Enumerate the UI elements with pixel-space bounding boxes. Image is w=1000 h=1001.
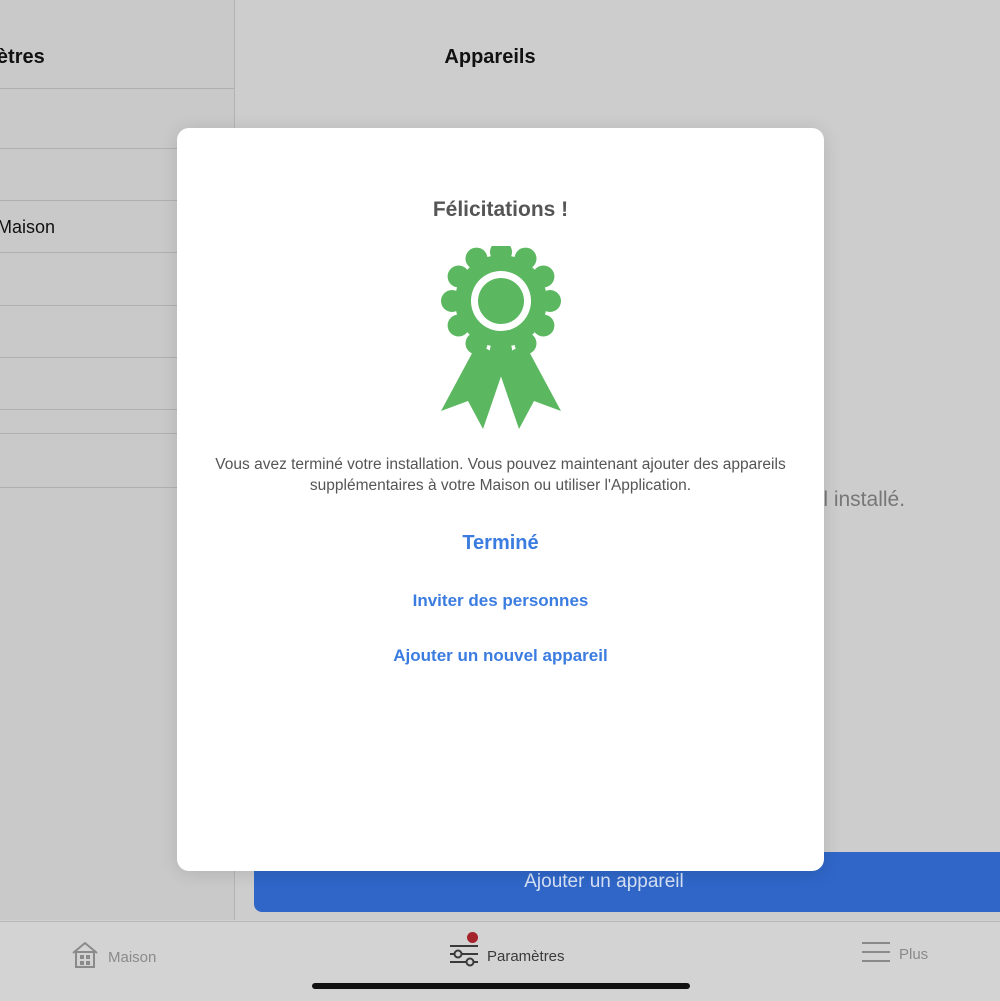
tab-label: Paramètres bbox=[487, 947, 565, 965]
tab-parametres[interactable]: Paramètres bbox=[449, 932, 565, 972]
dialog-message: Vous avez terminé votre installation. Vo… bbox=[215, 456, 786, 494]
add-device-button-label: Ajouter un appareil bbox=[524, 871, 684, 892]
home-icon bbox=[70, 940, 100, 974]
sliders-icon bbox=[449, 932, 479, 972]
home-indicator bbox=[312, 983, 690, 989]
award-ribbon-icon bbox=[441, 246, 561, 429]
tab-label: Maison bbox=[108, 948, 157, 966]
devices-title: Appareils bbox=[444, 46, 536, 68]
notification-badge bbox=[467, 932, 478, 943]
congratulations-dialog: Félicitations ! Vous avez terminé votre … bbox=[177, 128, 824, 871]
invite-people-button[interactable]: Inviter des personnes bbox=[177, 591, 824, 611]
add-new-device-button[interactable]: Ajouter un nouvel appareil bbox=[177, 646, 824, 666]
menu-icon bbox=[861, 940, 891, 968]
settings-row-label: Maison bbox=[0, 217, 56, 237]
dialog-title: Félicitations ! bbox=[432, 198, 569, 221]
done-button[interactable]: Terminé bbox=[177, 532, 824, 555]
tab-maison[interactable]: Maison bbox=[70, 940, 156, 974]
tab-label: Plus bbox=[899, 945, 929, 963]
tab-plus[interactable]: Plus bbox=[861, 940, 928, 968]
tab-bar: Maison Paramètres Plus bbox=[0, 921, 1000, 1001]
